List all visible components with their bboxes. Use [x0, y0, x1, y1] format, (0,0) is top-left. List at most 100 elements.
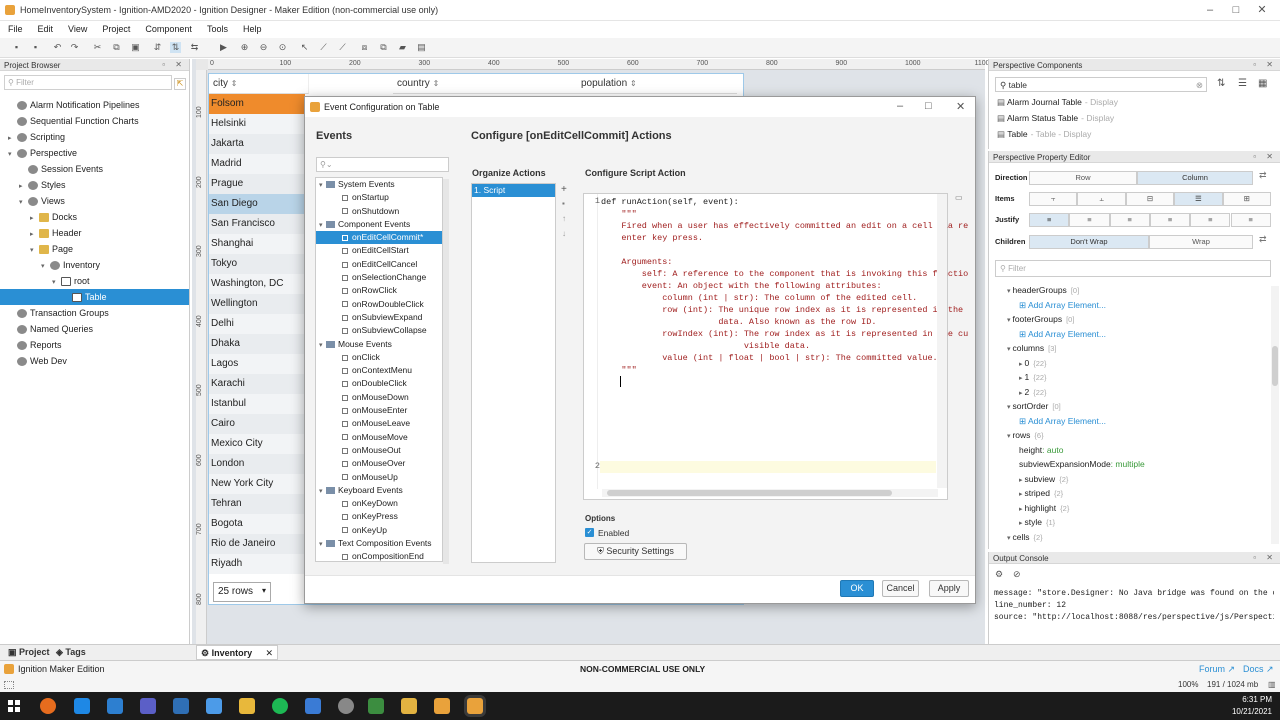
property-row[interactable]: ▸ highlight {2} — [1019, 503, 1069, 517]
network-tool-icon[interactable] — [173, 698, 189, 714]
distribute-icon[interactable]: ⇆ — [189, 42, 200, 53]
event-item[interactable]: onMouseEnter — [316, 404, 442, 417]
table-row[interactable]: Tokyo — [209, 254, 309, 274]
tree-item[interactable]: ▸ Header — [0, 225, 189, 241]
component-item[interactable]: ▤ Alarm Journal Table - Display — [997, 97, 1118, 111]
tree-item[interactable]: Alarm Notification Pipelines — [0, 97, 189, 113]
group-icon[interactable]: ⧈ — [359, 42, 370, 53]
firefox-icon[interactable] — [40, 698, 56, 714]
event-category[interactable]: ▾ Mouse Events — [316, 338, 442, 351]
garbage-collect-icon[interactable]: ▥ — [1268, 680, 1276, 689]
tree-item[interactable]: ▾ Inventory — [0, 257, 189, 273]
close-tab-icon[interactable]: ✕ — [265, 648, 273, 659]
menu-view[interactable]: View — [60, 21, 94, 34]
tree-item[interactable]: Sequential Function Charts — [0, 113, 189, 129]
project-tab[interactable]: ▣ Project — [8, 647, 50, 658]
forum-link[interactable]: Forum ↗ — [1199, 664, 1235, 675]
layers-icon[interactable]: ▤ — [416, 42, 427, 53]
stack-icon[interactable]: ▰ — [397, 42, 408, 53]
table-row[interactable]: Dhaka — [209, 334, 309, 354]
table-row[interactable]: Lagos — [209, 354, 309, 374]
event-item[interactable]: onEditCellStart — [316, 244, 442, 257]
tree-item[interactable]: ▾ Perspective — [0, 145, 189, 161]
rows-per-page-select[interactable]: 25 rows ▾ — [213, 582, 271, 602]
event-item[interactable]: onMouseMove — [316, 431, 442, 444]
event-item[interactable]: onContextMenu — [316, 364, 442, 377]
console-clear-icon[interactable]: ⊘ — [1013, 569, 1021, 580]
redo-icon[interactable]: ↷ — [69, 42, 80, 53]
event-category[interactable]: ▾ Component Events — [316, 218, 442, 231]
event-item[interactable]: onEditCellCancel — [316, 258, 442, 271]
dont-wrap-toggle[interactable]: Don't Wrap — [1029, 235, 1149, 249]
event-item[interactable]: onMouseUp — [316, 471, 442, 484]
move-up-icon[interactable]: ↑ — [562, 214, 566, 223]
project-filter-input[interactable]: ⚲ Filter — [4, 75, 172, 90]
menu-file[interactable]: File — [0, 21, 30, 34]
menu-project[interactable]: Project — [94, 21, 137, 34]
css-icon[interactable]: ⇄ — [1259, 234, 1267, 245]
menu-component[interactable]: Component — [137, 21, 199, 34]
code-menu-icon[interactable]: ▭ — [955, 193, 963, 202]
zoom-out-icon[interactable]: ⊖ — [258, 42, 269, 53]
event-item[interactable]: onSubviewExpand — [316, 311, 442, 324]
alignment-option-icon[interactable]: ≡ — [1230, 213, 1271, 227]
enabled-checkbox[interactable]: ✓ — [585, 528, 594, 537]
tree-item[interactable]: ▾ Page — [0, 241, 189, 257]
property-row[interactable]: subviewExpansionMode: multiple — [1019, 459, 1145, 473]
alignment-option-icon[interactable]: ≡ — [1029, 213, 1070, 227]
collapse-toggle-icon[interactable]: ▾ — [316, 339, 326, 352]
cancel-button[interactable]: Cancel — [882, 580, 919, 597]
event-category[interactable]: ▾ Text Composition Events — [316, 537, 442, 550]
table-row[interactable]: Helsinki — [209, 114, 309, 134]
table-row[interactable]: Washington, DC — [209, 274, 309, 294]
add-array-element-link[interactable]: ⊞ Add Array Element... — [1019, 329, 1106, 343]
spreadsheet-icon[interactable] — [368, 698, 384, 714]
obs-icon[interactable] — [338, 698, 354, 714]
property-row[interactable]: height: auto — [1019, 445, 1063, 459]
table-row[interactable]: Cairo — [209, 414, 309, 434]
collapse-toggle-icon[interactable]: ▾ — [316, 179, 326, 192]
property-row[interactable]: ▸ subview {2} — [1019, 474, 1068, 488]
windows-start-icon[interactable] — [8, 700, 20, 712]
code-scroll-thumb[interactable] — [607, 490, 892, 496]
components-search-input[interactable]: ⚲ table ⊗ — [995, 77, 1207, 92]
dialog-close-icon[interactable]: ✕ — [956, 100, 965, 113]
add-action-icon[interactable]: + — [561, 184, 567, 195]
menu-edit[interactable]: Edit — [30, 21, 61, 34]
menu-tools[interactable]: Tools — [199, 21, 235, 34]
grid-view-icon[interactable]: ▦ — [1258, 78, 1267, 89]
property-row[interactable]: ▸ style {1} — [1019, 517, 1055, 531]
event-item[interactable]: onRowDoubleClick — [316, 298, 442, 311]
console-options-icon[interactable]: ⚙ — [995, 569, 1003, 580]
table-row[interactable]: Shanghai — [209, 234, 309, 254]
column-header-country[interactable]: country ⇕ — [393, 74, 579, 94]
tree-item[interactable]: Session Events — [0, 161, 189, 177]
event-item[interactable]: onKeyUp — [316, 524, 442, 537]
table-row[interactable]: Karachi — [209, 374, 309, 394]
ignition-designer-taskbar-icon[interactable] — [467, 698, 483, 714]
table-row[interactable]: Rio de Janeiro — [209, 534, 309, 554]
link-icon[interactable]: ⟋ — [337, 42, 348, 53]
undo-icon[interactable]: ↶ — [52, 42, 63, 53]
edge-icon[interactable] — [74, 698, 90, 714]
cut-icon[interactable]: ✂ — [92, 42, 103, 53]
property-row[interactable]: ▾ rows {6} — [1007, 430, 1044, 444]
panel-controls-icon[interactable]: ▫ ✕ — [1253, 152, 1277, 161]
add-array-element-link[interactable]: ⊞ Add Array Element... — [1019, 300, 1106, 314]
css-icon[interactable]: ⇄ — [1259, 170, 1267, 181]
event-item[interactable]: onMouseOut — [316, 444, 442, 457]
ignition-taskbar-icon[interactable] — [434, 698, 450, 714]
event-item[interactable]: onEditCellCommit* — [316, 231, 442, 245]
editor-icon[interactable] — [206, 698, 222, 714]
vscode-icon[interactable] — [107, 698, 123, 714]
event-item[interactable]: onCompositionEnd — [316, 550, 442, 561]
event-category[interactable]: ▾ System Events — [316, 178, 442, 191]
spotify-icon[interactable] — [272, 698, 288, 714]
delete-action-icon[interactable]: ▪ — [562, 199, 565, 208]
move-down-icon[interactable]: ↓ — [562, 229, 566, 238]
property-row[interactable]: ▸ 1 {22} — [1019, 372, 1047, 386]
clear-search-icon[interactable]: ⊗ — [1196, 80, 1203, 91]
list-view-icon[interactable]: ☰ — [1238, 78, 1247, 89]
docs-link[interactable]: Docs ↗ — [1243, 664, 1274, 675]
property-row[interactable]: ▸ striped {2} — [1019, 488, 1063, 502]
